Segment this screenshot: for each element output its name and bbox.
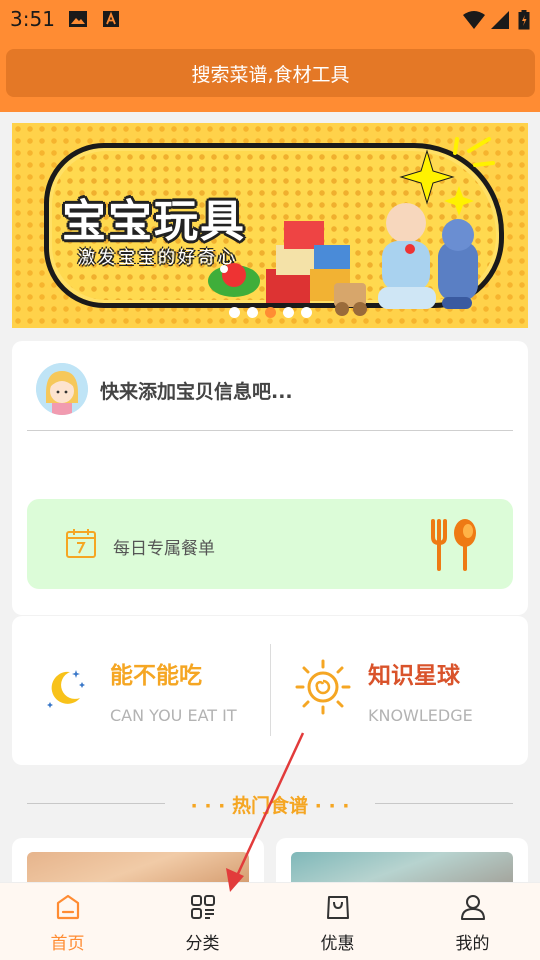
fork-spoon-icon: [427, 517, 483, 577]
home-icon: [54, 893, 82, 925]
avatar[interactable]: [36, 363, 88, 415]
status-bar: 3:51: [0, 0, 540, 40]
divider: [27, 430, 513, 431]
hot-recipes-header: · · · 热门食谱 · · ·: [27, 790, 513, 817]
can-you-eat-it-entry[interactable]: 能不能吃 CAN YOU EAT IT: [12, 616, 270, 765]
feature-title: 知识星球: [368, 663, 460, 689]
baby-info-card: 快来添加宝贝信息吧... 每日专属餐单: [12, 341, 528, 615]
tab-mine[interactable]: 我的: [405, 883, 540, 960]
knowledge-entry[interactable]: 知识星球 KNOWLEDGE: [270, 616, 528, 765]
calendar-icon: [65, 527, 97, 563]
hot-recipes-title: · · · 热门食谱 · · ·: [190, 795, 350, 817]
signal-icon: [490, 10, 510, 34]
pager-dot-active[interactable]: [264, 307, 276, 318]
daily-menu-label: 每日专属餐单: [113, 539, 215, 559]
tab-home[interactable]: 首页: [0, 883, 135, 960]
image-icon: [68, 10, 88, 32]
feature-subtitle: KNOWLEDGE: [368, 706, 473, 725]
daily-menu-button[interactable]: 每日专属餐单: [27, 499, 513, 589]
tab-discount[interactable]: 优惠: [270, 883, 405, 960]
bottom-tab-bar: 首页 分类 优惠 我的: [0, 882, 540, 960]
feature-subtitle: CAN YOU EAT IT: [110, 706, 237, 725]
tab-category[interactable]: 分类: [135, 883, 270, 960]
header: 搜索菜谱,食材工具: [0, 40, 540, 112]
wifi-icon: [462, 10, 486, 34]
sun-icon: [294, 658, 352, 720]
feature-title: 能不能吃: [110, 663, 202, 689]
tab-label: 首页: [50, 934, 85, 954]
tab-label: 我的: [455, 934, 490, 954]
shopping-bag-icon: [324, 893, 352, 925]
battery-icon: [518, 10, 530, 34]
pager-dot[interactable]: [228, 307, 240, 318]
status-time: 3:51: [10, 7, 55, 31]
add-baby-info-link[interactable]: 快来添加宝贝信息吧...: [100, 377, 293, 404]
pager-dot[interactable]: [300, 307, 312, 318]
tab-label: 分类: [185, 934, 220, 954]
text-a-icon: [102, 10, 120, 32]
pager-dot[interactable]: [282, 307, 294, 318]
divider: [375, 803, 513, 804]
user-icon: [459, 893, 487, 925]
tab-label: 优惠: [320, 934, 355, 954]
feature-card: 能不能吃 CAN YOU EAT IT 知识星球 KNOWLEDGE: [12, 616, 528, 765]
banner-carousel[interactable]: 宝宝玩具 激发宝宝的好奇心: [12, 123, 528, 328]
moon-icon: [46, 664, 86, 712]
banner-pager: [12, 307, 528, 318]
pager-dot[interactable]: [246, 307, 258, 318]
category-icon: [189, 893, 217, 925]
search-input[interactable]: 搜索菜谱,食材工具: [6, 49, 535, 97]
